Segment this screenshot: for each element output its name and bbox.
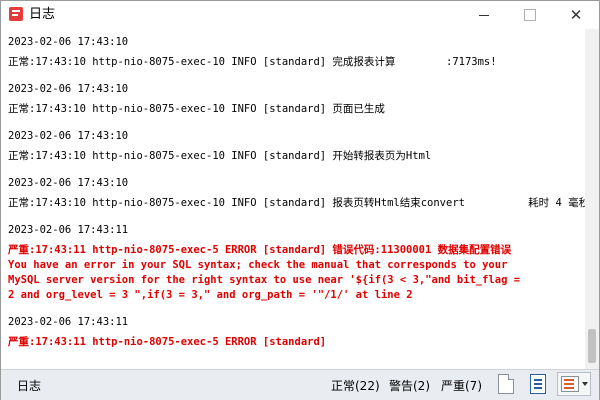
- scrollbar-thumb[interactable]: [588, 329, 596, 363]
- title-bar[interactable]: 日志 ✕: [1, 1, 599, 29]
- log-window: 日志 ✕ 2023-02-06 17:43:10 正常:17:43:10 htt…: [0, 0, 600, 400]
- close-button[interactable]: ✕: [553, 1, 599, 29]
- log-entry: 2023-02-06 17:43:10 正常:17:43:10 http-nio…: [8, 129, 585, 164]
- window-title: 日志: [29, 7, 56, 22]
- log-message: 严重:17:43:11 http-nio-8075-exec-5 ERROR […: [8, 336, 327, 348]
- status-bar: 日志 正常(22) 警告(2) 严重(7): [1, 369, 599, 400]
- export-log-icon: [530, 374, 546, 394]
- maximize-button[interactable]: [507, 1, 553, 29]
- log-timestamp: 2023-02-06 17:43:11: [8, 316, 129, 328]
- export-log-button[interactable]: [527, 373, 549, 395]
- chevron-down-icon: [581, 382, 588, 386]
- close-icon: ✕: [569, 6, 583, 24]
- log-timestamp: 2023-02-06 17:43:10: [8, 83, 129, 95]
- app-log-icon: [9, 7, 23, 21]
- vertical-scrollbar[interactable]: [585, 29, 599, 369]
- log-message: 正常:17:43:10 http-nio-8075-exec-10 INFO […: [8, 56, 497, 68]
- log-entry: 2023-02-06 17:43:10 正常:17:43:10 http-nio…: [8, 82, 585, 117]
- log-content-area[interactable]: 2023-02-06 17:43:10 正常:17:43:10 http-nio…: [1, 29, 585, 369]
- log-entry-error: 2023-02-06 17:43:11 严重:17:43:11 http-nio…: [8, 315, 585, 350]
- log-message: MySQL server version for the right synta…: [8, 274, 521, 286]
- log-list: 2023-02-06 17:43:10 正常:17:43:10 http-nio…: [1, 29, 585, 350]
- normal-count[interactable]: 正常(22): [331, 377, 380, 394]
- log-entry-error: 2023-02-06 17:43:11 严重:17:43:11 http-nio…: [8, 223, 585, 303]
- minimize-button[interactable]: [461, 1, 507, 29]
- log-message: 严重:17:43:11 http-nio-8075-exec-5 ERROR […: [8, 244, 512, 256]
- log-message: 正常:17:43:10 http-nio-8075-exec-10 INFO […: [8, 150, 432, 162]
- clear-log-icon: [498, 374, 514, 394]
- log-entry: 2023-02-06 17:43:10 正常:17:43:10 http-nio…: [8, 176, 585, 211]
- severe-count[interactable]: 严重(7): [441, 377, 482, 394]
- log-level-filter-button[interactable]: [557, 372, 591, 396]
- minimize-icon: [479, 14, 489, 16]
- log-timestamp: 2023-02-06 17:43:10: [8, 36, 129, 48]
- clear-log-button[interactable]: [495, 373, 517, 395]
- log-message: You have an error in your SQL syntax; ch…: [8, 259, 508, 271]
- log-level-filter-icon: [560, 376, 579, 392]
- log-message: 正常:17:43:10 http-nio-8075-exec-10 INFO […: [8, 103, 385, 115]
- log-message: 2 and org_level = 3 ",if(3 = 3," and org…: [8, 289, 413, 301]
- statusbar-label: 日志: [17, 379, 42, 393]
- maximize-icon: [524, 9, 536, 21]
- log-timestamp: 2023-02-06 17:43:10: [8, 177, 129, 189]
- log-entry: 2023-02-06 17:43:10 正常:17:43:10 http-nio…: [8, 35, 585, 70]
- log-message: 正常:17:43:10 http-nio-8075-exec-10 INFO […: [8, 197, 585, 209]
- log-timestamp: 2023-02-06 17:43:11: [8, 224, 129, 236]
- log-timestamp: 2023-02-06 17:43:10: [8, 130, 129, 142]
- warning-count[interactable]: 警告(2): [389, 377, 430, 394]
